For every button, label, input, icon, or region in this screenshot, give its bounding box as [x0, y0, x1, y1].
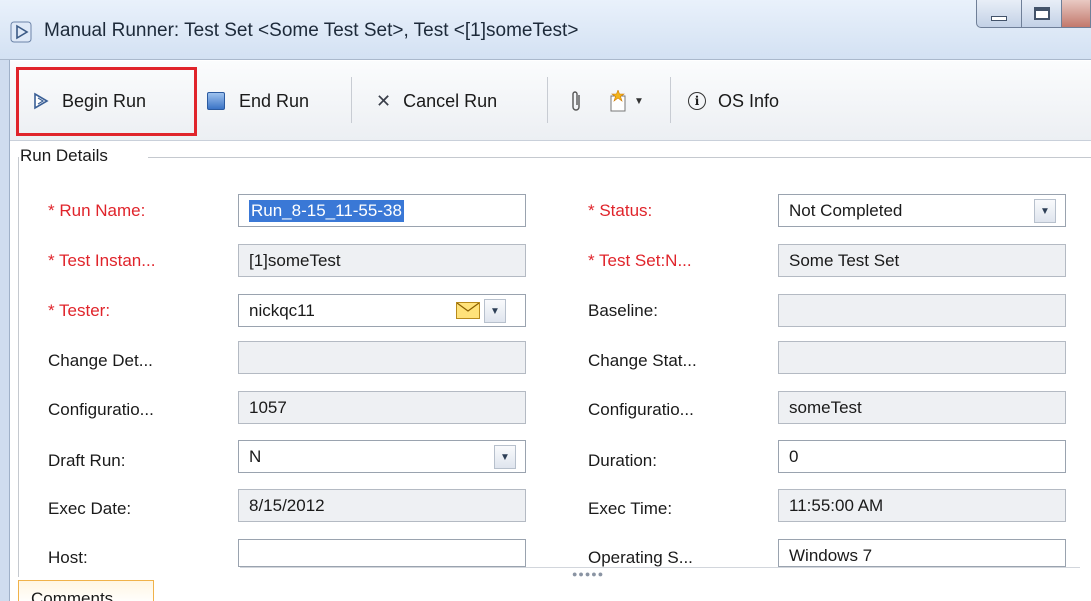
- title-bar: Manual Runner: Test Set <Some Test Set>,…: [0, 0, 1091, 60]
- attachments-button[interactable]: [571, 61, 583, 141]
- status-value: Not Completed: [789, 200, 903, 220]
- end-run-label: End Run: [239, 90, 310, 111]
- status-label: * Status:: [588, 201, 653, 220]
- splitter-grip-icon[interactable]: ●●●●●: [572, 569, 604, 579]
- minimize-button[interactable]: [976, 0, 1022, 28]
- host-input[interactable]: [238, 539, 526, 567]
- exec-date-label: Exec Date:: [48, 499, 132, 518]
- window-frame-left: [0, 60, 10, 601]
- maximize-button[interactable]: [1022, 0, 1062, 28]
- configuration-name-label: Configuratio...: [588, 400, 694, 419]
- tab-comments[interactable]: Comments: [18, 580, 154, 601]
- window-title: Manual Runner: Test Set <Some Test Set>,…: [44, 20, 579, 41]
- toolbar-separator: [670, 77, 671, 123]
- info-icon: i: [688, 92, 706, 110]
- duration-value: 0: [789, 446, 799, 466]
- toolbar-separator: [547, 77, 548, 123]
- configuration-id-value: 1057: [249, 397, 287, 417]
- os-info-button[interactable]: i OS Info: [688, 61, 779, 141]
- close-button[interactable]: [1062, 0, 1091, 28]
- manual-runner-app-icon: [10, 21, 32, 43]
- operating-system-value: Windows 7: [789, 546, 873, 565]
- cancel-run-button[interactable]: ✕ Cancel Run: [376, 61, 497, 141]
- run-name-input[interactable]: Run_8-15_11-55-38: [238, 194, 526, 227]
- section-title: Run Details: [20, 146, 116, 166]
- run-name-label: * Run Name:: [48, 201, 146, 220]
- os-info-label: OS Info: [718, 90, 780, 111]
- baseline-field: [778, 294, 1066, 327]
- configuration-id-field: 1057: [238, 391, 526, 424]
- status-dropdown-button[interactable]: ▼: [1034, 199, 1056, 223]
- baseline-label: Baseline:: [588, 301, 658, 320]
- host-label: Host:: [48, 548, 88, 567]
- window-controls: [976, 0, 1091, 34]
- change-stat-field: [778, 341, 1066, 374]
- cancel-run-label: Cancel Run: [403, 90, 498, 111]
- tester-label: * Tester:: [48, 301, 111, 320]
- tester-input[interactable]: nickqc11: [238, 294, 526, 327]
- configuration-id-label: Configuratio...: [48, 400, 154, 419]
- paperclip-icon: [572, 91, 580, 111]
- tester-dropdown-button[interactable]: ▼: [484, 299, 506, 323]
- mail-icon[interactable]: [456, 302, 480, 319]
- toolbar-separator: [351, 77, 352, 123]
- duration-input[interactable]: 0: [778, 440, 1066, 473]
- panel-splitter[interactable]: [240, 567, 1080, 568]
- draft-run-value: N: [249, 446, 262, 466]
- cancel-icon: ✕: [376, 90, 392, 111]
- test-instance-field: [1]someTest: [238, 244, 526, 277]
- configuration-name-value: someTest: [789, 397, 862, 417]
- end-run-button[interactable]: End Run: [207, 61, 309, 141]
- maximize-icon: [1033, 7, 1050, 20]
- duration-label: Duration:: [588, 451, 657, 470]
- exec-date-value: 8/15/2012: [249, 495, 325, 515]
- status-select[interactable]: Not Completed: [778, 194, 1066, 227]
- configuration-name-field: someTest: [778, 391, 1066, 424]
- minimize-icon: [991, 16, 1007, 21]
- new-item-icon: [610, 90, 626, 112]
- tab-comments-label: Comments: [31, 589, 114, 601]
- stop-icon: [207, 92, 225, 110]
- tester-value: nickqc11: [249, 300, 315, 320]
- exec-time-field: 11:55:00 AM: [778, 489, 1066, 522]
- operating-system-input[interactable]: Windows 7: [778, 539, 1066, 567]
- exec-time-label: Exec Time:: [588, 499, 673, 518]
- change-det-label: Change Det...: [48, 351, 153, 370]
- section-divider: [148, 157, 1091, 158]
- test-set-field: Some Test Set: [778, 244, 1066, 277]
- change-det-field: [238, 341, 526, 374]
- operating-system-label: Operating S...: [588, 548, 693, 567]
- run-name-value: Run_8-15_11-55-38: [249, 199, 404, 222]
- test-set-value: Some Test Set: [789, 250, 900, 270]
- panel-border: [18, 157, 19, 577]
- exec-date-field: 8/15/2012: [238, 489, 526, 522]
- draft-run-dropdown-button[interactable]: ▼: [494, 445, 516, 469]
- test-instance-label: * Test Instan...: [48, 251, 156, 270]
- new-defect-button[interactable]: ▼: [608, 61, 644, 141]
- test-set-label: * Test Set:N...: [588, 251, 692, 270]
- test-instance-value: [1]someTest: [249, 250, 341, 270]
- begin-run-highlight: [16, 67, 197, 136]
- draft-run-label: Draft Run:: [48, 451, 126, 470]
- draft-run-select[interactable]: N: [238, 440, 526, 473]
- change-stat-label: Change Stat...: [588, 351, 697, 370]
- exec-time-value: 11:55:00 AM: [789, 495, 884, 515]
- chevron-down-icon[interactable]: ▼: [634, 96, 644, 107]
